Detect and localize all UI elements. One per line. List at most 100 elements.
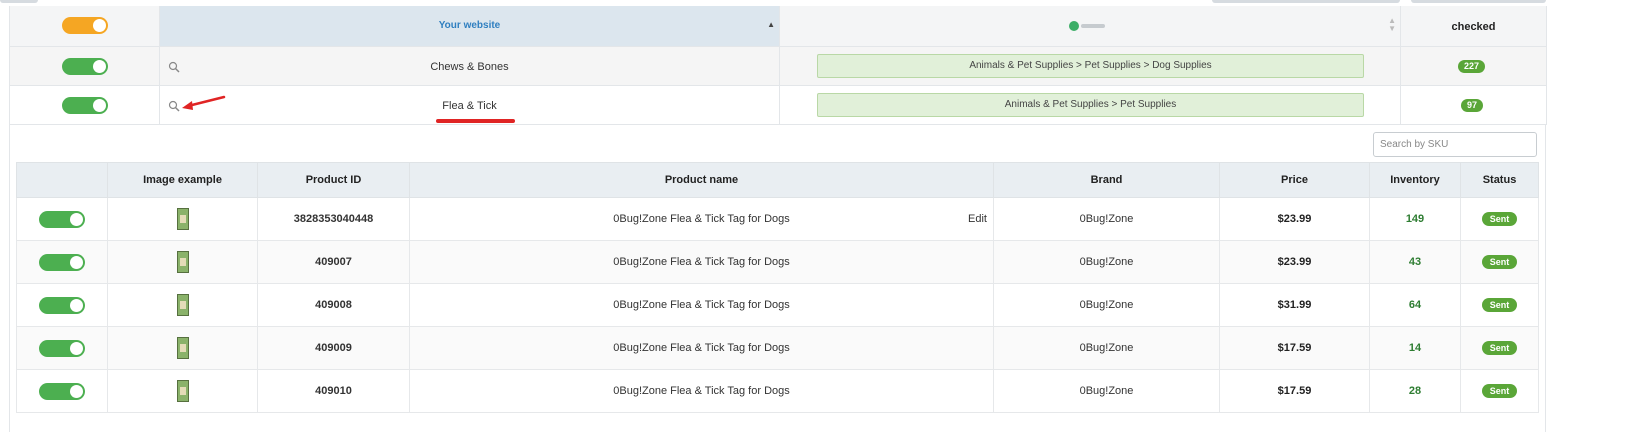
product-name-cell: 0Bug!Zone Flea & Tick Tag for Dogs: [409, 369, 994, 413]
product-name-cell: 0Bug!Zone Flea & Tick Tag for Dogs: [409, 240, 994, 284]
image-cell: [107, 283, 258, 327]
product-name: 0Bug!Zone Flea & Tick Tag for Dogs: [613, 385, 790, 397]
edit-link[interactable]: Edit: [968, 213, 987, 225]
price: $17.59: [1219, 369, 1370, 413]
checked-count-badge: 97: [1461, 99, 1484, 112]
checked-count-badge: 227: [1458, 60, 1486, 73]
product-id: 3828353040448: [257, 197, 410, 241]
product-toggle[interactable]: [39, 253, 85, 271]
category-toggle[interactable]: [62, 97, 108, 114]
col-image-header[interactable]: Image example: [107, 162, 258, 198]
inventory: 14: [1369, 326, 1461, 370]
table-row: 409010 0Bug!Zone Flea & Tick Tag for Dog…: [16, 369, 1539, 413]
product-id: 409008: [257, 283, 410, 327]
platform-logo-icon: [1069, 20, 1106, 32]
sort-ascending-icon[interactable]: ▲: [767, 20, 775, 29]
category-count-cell: 227: [1401, 47, 1547, 85]
top-tab-left: [0, 0, 38, 3]
image-cell: [107, 240, 258, 284]
products-table: Image example Product ID Product name Br…: [16, 162, 1539, 413]
product-name-cell: 0Bug!Zone Flea & Tick Tag for Dogs: [409, 326, 994, 370]
product-toggle[interactable]: [39, 382, 85, 400]
product-name: 0Bug!Zone Flea & Tick Tag for Dogs: [613, 342, 790, 354]
annotation-arrow-icon: [182, 95, 226, 110]
category-toggle[interactable]: [62, 58, 108, 75]
header-your-website[interactable]: Your website ▲: [160, 6, 780, 46]
header-checked: checked: [1401, 6, 1547, 46]
product-name-cell: 0Bug!Zone Flea & Tick Tag for Dogs: [409, 283, 994, 327]
status-badge: Sent: [1481, 384, 1518, 398]
top-tab-right: [1411, 0, 1546, 3]
category-toggle-cell: [10, 47, 160, 85]
price: $17.59: [1219, 326, 1370, 370]
status-badge: Sent: [1481, 212, 1518, 226]
product-toggle[interactable]: [39, 210, 85, 228]
category-name-cell: Chews & Bones: [160, 47, 780, 85]
col-status-header[interactable]: Status: [1460, 162, 1539, 198]
product-id: 409009: [257, 326, 410, 370]
product-toggle[interactable]: [39, 296, 85, 314]
category-count-cell: 97: [1401, 86, 1547, 124]
product-id: 409007: [257, 240, 410, 284]
row-toggle-cell: [16, 326, 108, 370]
table-row: 409009 0Bug!Zone Flea & Tick Tag for Dog…: [16, 326, 1539, 370]
col-brand-header[interactable]: Brand: [993, 162, 1220, 198]
brand: 0Bug!Zone: [993, 197, 1220, 241]
product-thumbnail[interactable]: [176, 294, 189, 316]
sort-both-icon[interactable]: ▲ ▼: [1388, 17, 1396, 33]
top-tab-middle: [1212, 0, 1400, 3]
header-target-platform[interactable]: ▲ ▼: [780, 6, 1401, 46]
product-id: 409010: [257, 369, 410, 413]
product-thumbnail[interactable]: [176, 380, 189, 402]
inventory: 149: [1369, 197, 1461, 241]
row-toggle-cell: [16, 197, 108, 241]
category-mapping-table: Your website ▲ ▲ ▼ checked Chews & Bones …: [9, 6, 1547, 125]
brand: 0Bug!Zone: [993, 240, 1220, 284]
category-name: Chews & Bones: [430, 61, 509, 73]
inventory: 43: [1369, 240, 1461, 284]
col-inventory-header[interactable]: Inventory: [1369, 162, 1461, 198]
toggle-knob: [93, 60, 106, 73]
category-path[interactable]: Animals & Pet Supplies > Pet Supplies > …: [817, 54, 1364, 78]
toggle-knob: [93, 19, 106, 32]
col-price-header[interactable]: Price: [1219, 162, 1370, 198]
row-toggle-cell: [16, 240, 108, 284]
sku-search-input[interactable]: [1373, 132, 1537, 157]
products-header-row: Image example Product ID Product name Br…: [16, 162, 1539, 198]
header-your-website-label: Your website: [438, 20, 501, 31]
col-product-id-header[interactable]: Product ID: [257, 162, 410, 198]
inventory: 28: [1369, 369, 1461, 413]
product-thumbnail[interactable]: [176, 337, 189, 359]
row-toggle-cell: [16, 369, 108, 413]
product-toggle[interactable]: [39, 339, 85, 357]
status-cell: Sent: [1460, 240, 1539, 284]
header-checked-label: checked: [1451, 21, 1496, 33]
product-name: 0Bug!Zone Flea & Tick Tag for Dogs: [613, 256, 790, 268]
product-thumbnail[interactable]: [176, 208, 189, 230]
category-row: Flea & Tick Animals & Pet Supplies > Pet…: [10, 86, 1547, 125]
brand: 0Bug!Zone: [993, 283, 1220, 327]
row-toggle-cell: [16, 283, 108, 327]
category-name: Flea & Tick: [442, 100, 497, 112]
inventory: 64: [1369, 283, 1461, 327]
brand: 0Bug!Zone: [993, 369, 1220, 413]
product-name-cell: 0Bug!Zone Flea & Tick Tag for Dogs Edit: [409, 197, 994, 241]
brand: 0Bug!Zone: [993, 326, 1220, 370]
category-table-header: Your website ▲ ▲ ▼ checked: [10, 6, 1547, 47]
price: $23.99: [1219, 197, 1370, 241]
header-toggle-cell: [10, 6, 160, 46]
col-product-name-header[interactable]: Product name: [409, 162, 994, 198]
product-name: 0Bug!Zone Flea & Tick Tag for Dogs: [613, 213, 790, 225]
image-cell: [107, 326, 258, 370]
toggle-knob: [93, 99, 106, 112]
status-badge: Sent: [1481, 298, 1518, 312]
category-toggle-cell: [10, 86, 160, 124]
status-cell: Sent: [1460, 326, 1539, 370]
annotation-underline: [436, 119, 515, 123]
category-path[interactable]: Animals & Pet Supplies > Pet Supplies: [817, 93, 1364, 117]
status-badge: Sent: [1481, 255, 1518, 269]
status-cell: Sent: [1460, 369, 1539, 413]
product-thumbnail[interactable]: [176, 251, 189, 273]
master-toggle[interactable]: [62, 17, 108, 34]
product-name: 0Bug!Zone Flea & Tick Tag for Dogs: [613, 299, 790, 311]
